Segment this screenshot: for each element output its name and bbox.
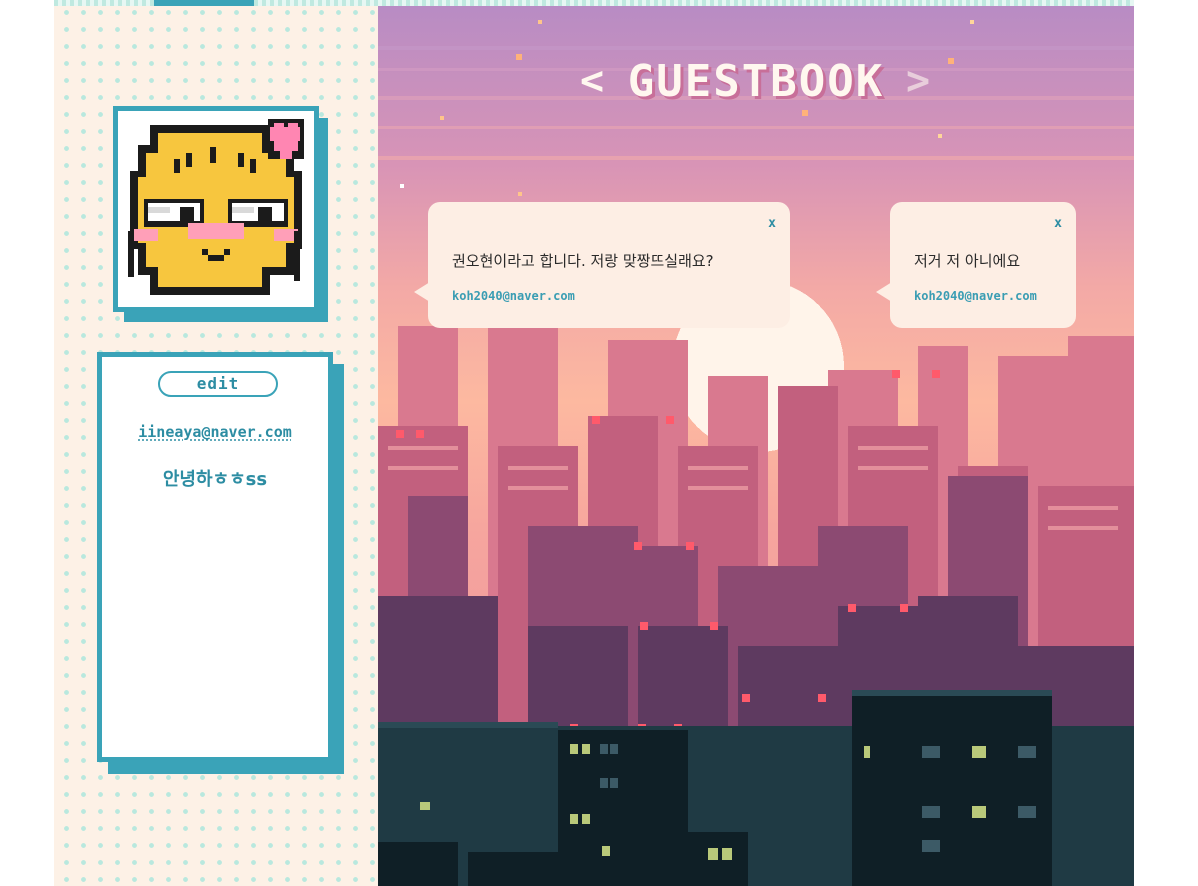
- guestbook-entry-author: koh2040@naver.com: [914, 289, 1037, 303]
- guestbook-entry-message: 저거 저 아니에요: [914, 252, 1021, 270]
- pixel-city-background: [378, 6, 1134, 886]
- guestbook-title: GUESTBOOK: [627, 56, 885, 107]
- close-icon[interactable]: x: [768, 216, 776, 231]
- close-icon[interactable]: x: [1054, 216, 1062, 231]
- chevron-left-icon[interactable]: <: [580, 58, 604, 104]
- guestbook-entry: x 저거 저 아니에요 koh2040@naver.com: [876, 202, 1076, 328]
- avatar: [113, 106, 319, 312]
- edit-button[interactable]: edit: [158, 371, 278, 397]
- chevron-right-icon[interactable]: >: [906, 58, 930, 104]
- profile-bio: 안녕하ㅎㅎss: [162, 469, 268, 490]
- profile-card: edit iineaya@naver.com 안녕하ㅎㅎss: [97, 352, 333, 762]
- pixel-emoji-face-icon: [128, 119, 304, 295]
- guestbook-page: edit iineaya@naver.com 안녕하ㅎㅎss GUESTBOOK…: [0, 0, 1198, 886]
- guestbook-scene: GUESTBOOK < > x 권오현이라고 합니다. 저랑 맞짱뜨실래요? k…: [378, 6, 1134, 886]
- guestbook-entry: x 권오현이라고 합니다. 저랑 맞짱뜨실래요? koh2040@naver.c…: [414, 202, 790, 328]
- guestbook-entry-author: koh2040@naver.com: [452, 289, 575, 303]
- guestbook-entry-message: 권오현이라고 합니다. 저랑 맞짱뜨실래요?: [452, 252, 714, 270]
- profile-email-link[interactable]: iineaya@naver.com: [102, 423, 328, 441]
- guestbook-title-row: GUESTBOOK < >: [378, 56, 1134, 108]
- top-tab-indicator: [154, 0, 254, 6]
